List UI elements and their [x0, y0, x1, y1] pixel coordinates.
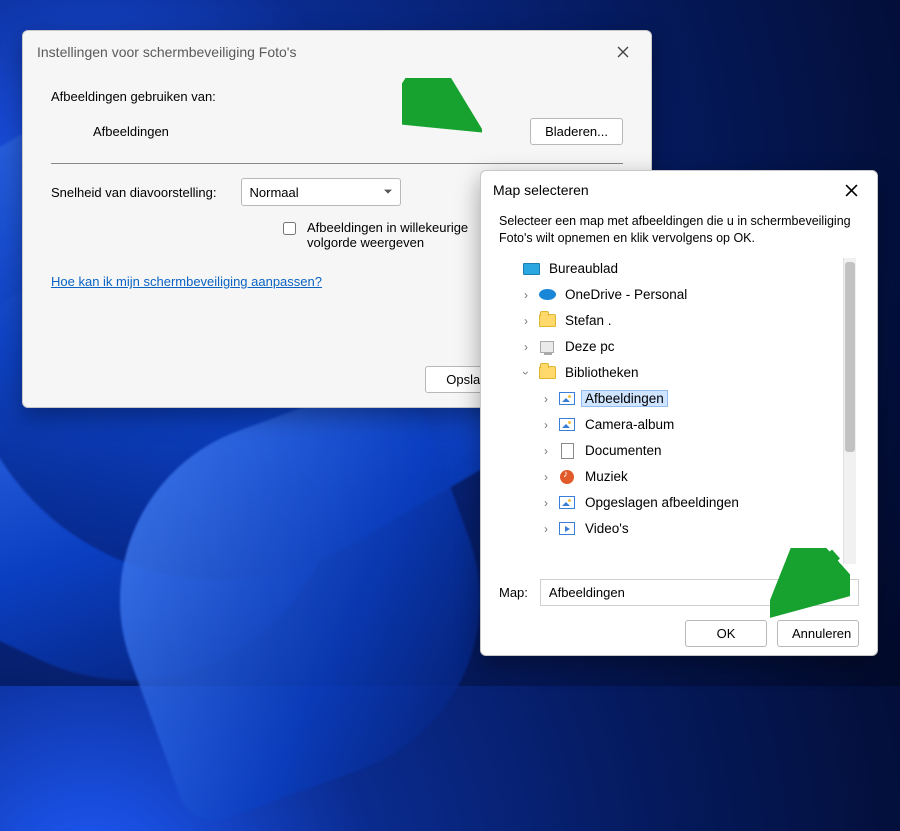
computer-icon — [538, 338, 556, 356]
folder-select-dialog: Map selecteren Selecteer een map met afb… — [480, 170, 878, 656]
close-icon[interactable] — [837, 179, 865, 201]
folder-icon — [538, 364, 556, 382]
chevron-down-icon[interactable]: › — [519, 367, 533, 379]
desktop-icon — [522, 260, 540, 278]
shuffle-label[interactable]: Afbeeldingen in willekeurige volgorde we… — [307, 220, 507, 250]
dialog-titlebar[interactable]: Instellingen voor schermbeveiliging Foto… — [23, 31, 651, 73]
images-path-value: Afbeeldingen — [93, 124, 169, 139]
use-images-label: Afbeeldingen gebruiken van: — [51, 89, 216, 104]
picture-icon — [558, 390, 576, 408]
scrollbar-thumb[interactable] — [845, 262, 855, 452]
slideshow-speed-label: Snelheid van diavoorstelling: — [51, 185, 217, 200]
close-icon[interactable] — [609, 41, 637, 63]
tree-node-documents[interactable]: › Documenten — [500, 438, 858, 464]
tree-node-user[interactable]: › Stefan . — [500, 308, 858, 334]
dialog-title: Instellingen voor schermbeveiliging Foto… — [37, 44, 296, 60]
tree-node-saved-images[interactable]: › Opgeslagen afbeeldingen — [500, 490, 858, 516]
tree-label: OneDrive - Personal — [562, 287, 690, 302]
dialog-titlebar[interactable]: Map selecteren — [481, 171, 877, 209]
scrollbar[interactable] — [843, 258, 856, 564]
tree-label: Muziek — [582, 469, 631, 484]
tree-label: Afbeeldingen — [582, 391, 667, 406]
chevron-right-icon[interactable]: › — [540, 470, 552, 484]
tree-node-videos[interactable]: › Video's — [500, 516, 858, 536]
ok-button[interactable]: OK — [685, 620, 767, 647]
folder-tree[interactable]: Bureaublad › OneDrive - Personal › Stefa… — [500, 256, 858, 536]
tree-node-music[interactable]: › Muziek — [500, 464, 858, 490]
chevron-right-icon[interactable]: › — [520, 314, 532, 328]
video-icon — [558, 520, 576, 536]
tree-node-onedrive[interactable]: › OneDrive - Personal — [500, 282, 858, 308]
tree-label: Bibliotheken — [562, 365, 642, 380]
tree-label: Stefan . — [562, 313, 615, 328]
tree-node-images[interactable]: › Afbeeldingen — [500, 386, 858, 412]
tree-label: Deze pc — [562, 339, 618, 354]
dialog-title: Map selecteren — [493, 182, 589, 198]
tree-node-thispc[interactable]: › Deze pc — [500, 334, 858, 360]
help-link[interactable]: Hoe kan ik mijn schermbeveiliging aanpas… — [51, 274, 322, 289]
picture-icon — [558, 416, 576, 434]
separator — [51, 163, 623, 164]
music-icon — [558, 468, 576, 486]
chevron-right-icon[interactable]: › — [520, 288, 532, 302]
folder-field-input[interactable] — [540, 579, 859, 606]
tree-label: Video's — [582, 521, 632, 536]
chevron-right-icon[interactable]: › — [540, 392, 552, 406]
tree-node-camera[interactable]: › Camera-album — [500, 412, 858, 438]
browse-button[interactable]: Bladeren... — [530, 118, 623, 145]
slideshow-speed-value: Normaal — [250, 185, 299, 200]
picture-icon — [558, 494, 576, 512]
tree-node-libraries[interactable]: › Bibliotheken — [500, 360, 858, 386]
instruction-text: Selecteer een map met afbeeldingen die u… — [499, 213, 859, 247]
tree-label: Documenten — [582, 443, 665, 458]
chevron-right-icon[interactable]: › — [540, 418, 552, 432]
cancel-button[interactable]: Annuleren — [777, 620, 859, 647]
tree-label: Bureaublad — [546, 261, 621, 276]
folder-icon — [538, 312, 556, 330]
chevron-right-icon[interactable]: › — [540, 496, 552, 510]
chevron-right-icon[interactable]: › — [520, 340, 532, 354]
tree-node-desktop[interactable]: Bureaublad — [500, 256, 858, 282]
shuffle-checkbox[interactable] — [283, 222, 296, 235]
chevron-right-icon[interactable]: › — [540, 444, 552, 458]
tree-label: Camera-album — [582, 417, 677, 432]
cloud-icon — [538, 286, 556, 304]
document-icon — [558, 442, 576, 460]
slideshow-speed-select[interactable]: Normaal — [241, 178, 401, 206]
tree-label: Opgeslagen afbeeldingen — [582, 495, 742, 510]
folder-field-label: Map: — [499, 585, 528, 600]
chevron-right-icon[interactable]: › — [540, 522, 552, 536]
